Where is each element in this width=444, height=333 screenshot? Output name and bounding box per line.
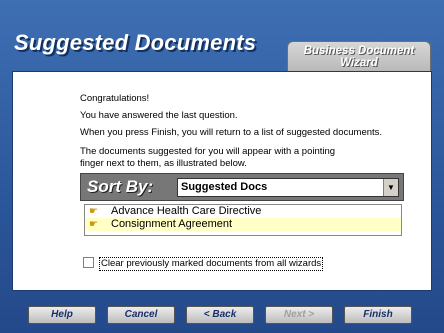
sort-box: Sort By: Suggested Docs ▼ ☛ Advance Heal… xyxy=(80,173,404,237)
wizard-tab-line1: Business Document xyxy=(303,45,415,57)
document-list[interactable]: ☛ Advance Health Care Directive ☛ Consig… xyxy=(84,204,402,236)
pointing-finger-icon: ☛ xyxy=(89,206,98,217)
button-bar: Help Cancel < Back Next > Finish xyxy=(0,300,444,328)
chevron-down-icon[interactable]: ▼ xyxy=(383,179,398,196)
sort-header: Sort By: Suggested Docs ▼ xyxy=(80,173,404,201)
document-name: Consignment Agreement xyxy=(111,218,233,230)
next-button[interactable]: Next > xyxy=(265,306,333,324)
list-item[interactable]: ☛ Consignment Agreement xyxy=(85,218,401,231)
back-button[interactable]: < Back xyxy=(186,306,254,324)
finish-info-text: When you press Finish, you will return t… xyxy=(80,127,383,138)
cancel-button[interactable]: Cancel xyxy=(107,306,175,324)
clear-checkbox-label[interactable]: Clear previously marked documents from a… xyxy=(99,257,324,271)
window-title: Suggested Documents xyxy=(14,30,257,55)
wizard-tab: Business Document Wizard xyxy=(287,41,431,71)
window-header: Suggested Documents Business Document Wi… xyxy=(0,0,444,72)
sort-label: Sort By: xyxy=(87,177,154,196)
wizard-tab-line2: Wizard xyxy=(340,57,378,69)
list-item[interactable]: ☛ Advance Health Care Directive xyxy=(85,205,401,218)
last-question-text: You have answered the last question. xyxy=(80,110,238,121)
suggested-info-text-2: finger next to them, as illustrated belo… xyxy=(80,158,247,169)
finish-button[interactable]: Finish xyxy=(344,306,412,324)
congrats-text: Congratulations! xyxy=(80,93,150,104)
suggested-info-text: The documents suggested for you will app… xyxy=(80,146,336,157)
pointing-finger-icon: ☛ xyxy=(89,219,98,230)
clear-checkbox[interactable] xyxy=(83,257,94,268)
wizard-window: Suggested Documents Business Document Wi… xyxy=(0,0,444,333)
document-name: Advance Health Care Directive xyxy=(111,205,262,217)
sort-select[interactable]: Suggested Docs ▼ xyxy=(177,178,399,197)
help-button[interactable]: Help xyxy=(28,306,96,324)
sort-selected-value: Suggested Docs xyxy=(181,181,268,193)
